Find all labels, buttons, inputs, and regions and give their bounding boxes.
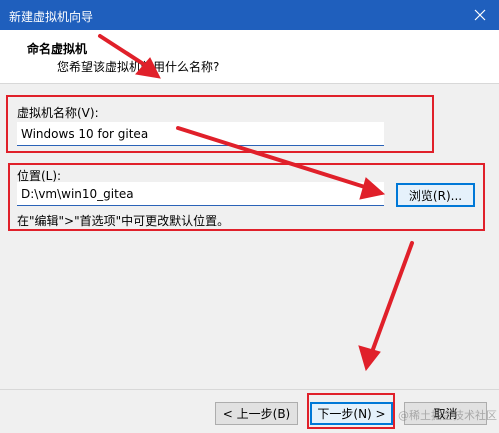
close-button[interactable] [461, 0, 499, 30]
annotation-box-location [8, 163, 485, 231]
title-bar: 新建虚拟机向导 [0, 0, 499, 30]
back-button[interactable]: < 上一步(B) [215, 402, 298, 425]
wizard-header: 命名虚拟机 您希望该虚拟机使用什么名称? [0, 30, 499, 84]
footer-divider [0, 389, 499, 390]
watermark: @稀土掘金技术社区 [398, 409, 497, 422]
annotation-arrow [370, 241, 414, 354]
annotation-box-next [307, 393, 395, 429]
annotation-box-name [6, 95, 434, 153]
close-icon [474, 9, 486, 21]
page-subtitle: 您希望该虚拟机使用什么名称? [57, 60, 220, 74]
page-title: 命名虚拟机 [27, 42, 88, 56]
annotation-arrow-head [358, 345, 381, 372]
window-title: 新建虚拟机向导 [9, 10, 94, 24]
